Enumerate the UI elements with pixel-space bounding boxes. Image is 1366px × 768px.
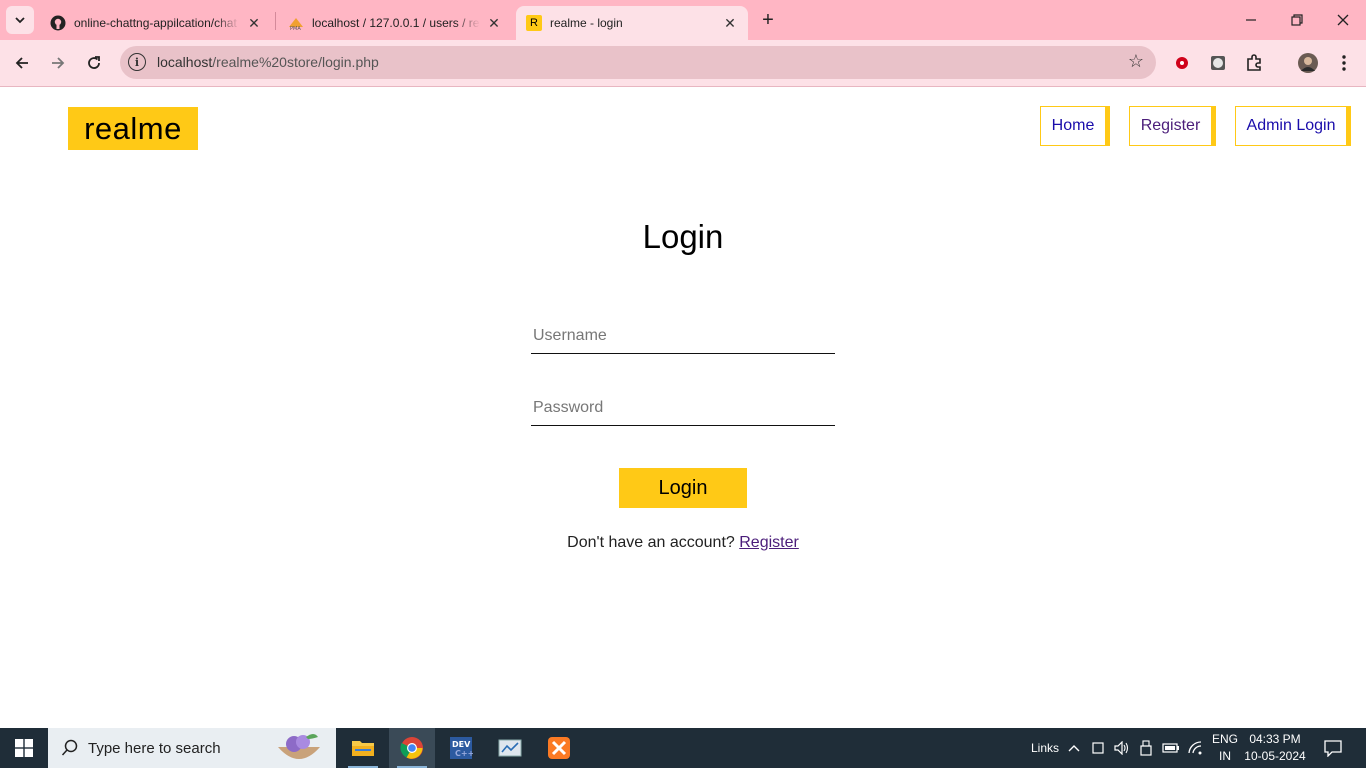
reload-button[interactable] xyxy=(81,50,107,76)
github-icon xyxy=(50,15,66,31)
tab-title: online-chattng-appilcation/chat xyxy=(74,16,237,30)
clock-time: 04:33 PM xyxy=(1249,732,1301,746)
start-button[interactable] xyxy=(0,728,48,768)
tab-phpmyadmin[interactable]: PMA localhost / 127.0.0.1 / users / real… xyxy=(278,6,512,40)
taskbar-devcpp[interactable]: DEV C++ xyxy=(438,728,484,768)
realme-icon: R xyxy=(526,15,542,31)
xampp-icon xyxy=(548,737,570,759)
tray-tablet-icon[interactable] xyxy=(1092,728,1104,768)
taskbar-search-box[interactable]: Type here to search xyxy=(48,728,336,768)
extensions-button[interactable] xyxy=(1241,50,1267,76)
battery-icon[interactable] xyxy=(1162,728,1180,768)
search-highlight-icon xyxy=(278,734,320,759)
tab-separator xyxy=(275,12,276,30)
restore-icon xyxy=(1291,14,1303,26)
arrow-right-icon xyxy=(52,57,65,69)
extension-square-icon xyxy=(1211,56,1225,70)
nav-register-button[interactable]: Register xyxy=(1129,106,1216,146)
site-logo[interactable]: realme xyxy=(68,107,198,150)
wifi-icon[interactable] xyxy=(1188,728,1204,768)
region-code: IN xyxy=(1219,749,1231,763)
minimize-button[interactable] xyxy=(1228,0,1274,40)
close-icon[interactable]: ✕ xyxy=(486,15,502,31)
usb-device-icon[interactable] xyxy=(1140,728,1152,768)
reload-icon xyxy=(88,56,100,69)
tab-title: realme - login xyxy=(550,16,623,30)
notification-icon xyxy=(1324,740,1342,757)
address-bar[interactable]: i localhost/realme%20store/login.php ☆ xyxy=(120,46,1156,79)
speaker-icon[interactable] xyxy=(1114,728,1130,768)
puzzle-icon xyxy=(1247,54,1261,71)
page-title: Login xyxy=(642,218,724,255)
close-window-button[interactable] xyxy=(1320,0,1366,40)
windows-logo-icon xyxy=(15,739,33,757)
search-icon xyxy=(60,738,80,758)
login-button[interactable]: Login xyxy=(619,468,747,508)
url-text: localhost/realme%20store/login.php xyxy=(157,54,379,70)
devcpp-icon: DEVC++ xyxy=(450,737,473,759)
arrow-left-icon xyxy=(15,57,28,69)
chevron-down-icon xyxy=(15,17,25,24)
minimize-icon xyxy=(1246,19,1256,21)
restore-button[interactable] xyxy=(1274,0,1320,40)
new-tab-button[interactable]: + xyxy=(756,8,780,32)
bookmark-star-icon[interactable]: ☆ xyxy=(1128,51,1144,72)
no-account-text: Don't have an account? xyxy=(567,534,735,551)
svg-text:C++: C++ xyxy=(455,749,473,758)
browser-menu-button[interactable] xyxy=(1331,50,1357,76)
search-placeholder: Type here to search xyxy=(88,739,221,757)
tray-overflow-chevron-up-icon[interactable] xyxy=(1068,728,1080,768)
taskbar-chrome[interactable] xyxy=(389,728,435,768)
folder-icon xyxy=(352,741,374,756)
register-prompt: Don't have an account? Register xyxy=(0,534,1366,552)
windows-taskbar: Type here to search DEV C++ Links ENG IN… xyxy=(0,728,1366,768)
extension-record-button[interactable] xyxy=(1169,50,1195,76)
taskbar-xampp[interactable] xyxy=(536,728,582,768)
forward-button[interactable] xyxy=(45,50,71,76)
close-icon xyxy=(1337,14,1349,26)
back-button[interactable] xyxy=(9,50,35,76)
taskbar-app-window[interactable] xyxy=(487,728,533,768)
page-content: realme Home Register Admin Login Login L… xyxy=(0,88,1366,728)
svg-text:PMA: PMA xyxy=(290,26,301,31)
extension-square-button[interactable] xyxy=(1205,50,1231,76)
browser-toolbar: i localhost/realme%20store/login.php ☆ xyxy=(0,40,1366,87)
taskbar-clock[interactable]: 04:33 PM 10-05-2024 xyxy=(1240,731,1310,765)
phpmyadmin-icon: PMA xyxy=(288,15,304,31)
record-icon xyxy=(1176,57,1188,69)
kebab-menu-icon xyxy=(1342,55,1346,71)
tab-title: localhost / 127.0.0.1 / users / realme xyxy=(312,16,480,30)
profile-avatar[interactable] xyxy=(1295,50,1321,76)
notification-center-button[interactable] xyxy=(1324,728,1342,768)
tab-search-button[interactable] xyxy=(6,6,34,34)
chrome-icon xyxy=(400,737,423,759)
language-code: ENG xyxy=(1211,732,1238,746)
avatar-icon xyxy=(1298,53,1318,73)
tab-realme-login[interactable]: R realme - login ✕ xyxy=(516,6,748,40)
close-icon[interactable]: ✕ xyxy=(246,15,262,31)
input-language-indicator[interactable]: ENG IN xyxy=(1210,731,1240,765)
clock-date: 10-05-2024 xyxy=(1244,749,1306,763)
username-field[interactable] xyxy=(531,318,835,354)
taskbar-file-explorer[interactable] xyxy=(340,728,386,768)
taskbar-links-label[interactable]: Links xyxy=(1031,728,1059,768)
browser-tab-strip: online-chattng-appilcation/chat ✕ PMA lo… xyxy=(0,0,1366,40)
svg-text:DEV: DEV xyxy=(452,740,471,749)
close-icon[interactable]: ✕ xyxy=(722,15,738,31)
window-app-icon xyxy=(498,739,522,757)
register-link[interactable]: Register xyxy=(739,534,799,551)
nav-admin-login-button[interactable]: Admin Login xyxy=(1235,106,1351,146)
password-field[interactable] xyxy=(531,390,835,426)
nav-home-button[interactable]: Home xyxy=(1040,106,1110,146)
tab-github[interactable]: online-chattng-appilcation/chat ✕ xyxy=(40,6,272,40)
site-info-icon[interactable]: i xyxy=(128,53,146,71)
